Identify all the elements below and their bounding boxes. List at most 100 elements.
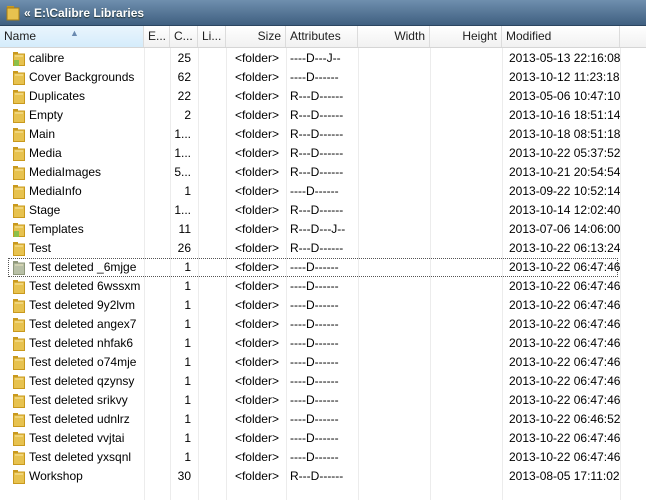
row-size: <folder>	[234, 165, 279, 179]
row-attributes: R---D------	[290, 241, 344, 255]
row-modified: 2013-10-22 06:47:46	[509, 450, 620, 464]
row-modified: 2013-10-22 06:47:46	[509, 431, 620, 445]
table-row[interactable]: Test deleted srikvy 1 <folder> ----D------ 2…	[0, 391, 646, 410]
table-row[interactable]: Test deleted _6mjge 1 <folder> ----D------ 2…	[0, 258, 646, 277]
column-header-attributes[interactable]: Attributes	[286, 26, 358, 47]
row-modified: 2013-07-06 14:06:00	[509, 222, 620, 236]
row-size: <folder>	[234, 469, 279, 483]
column-header-links[interactable]: Li...	[198, 26, 226, 47]
table-row[interactable]: MediaImages 5... <folder> R---D------ 2013-1…	[0, 163, 646, 182]
row-modified: 2013-10-22 06:47:46	[509, 336, 620, 350]
row-modified: 2013-05-13 22:16:08	[509, 51, 620, 65]
row-attributes: ----D------	[290, 450, 339, 464]
column-header-height[interactable]: Height	[430, 26, 502, 47]
table-row[interactable]: Test deleted angex7 1 <folder> ----D------ 2…	[0, 315, 646, 334]
folder-icon	[13, 128, 25, 142]
column-header-size[interactable]: Size	[226, 26, 286, 47]
row-size: <folder>	[234, 298, 279, 312]
table-row[interactable]: Workshop 30 <folder> R---D------ 2013-08-05 …	[0, 467, 646, 486]
row-modified: 2013-10-22 06:46:52	[509, 412, 620, 426]
row-count: 22	[177, 89, 191, 103]
special-folder-icon	[13, 52, 25, 66]
row-count: 1	[184, 412, 191, 426]
column-header-name[interactable]: ▲ Name	[0, 26, 144, 47]
table-row[interactable]: MediaInfo 1 <folder> ----D------ 2013-09-22 …	[0, 182, 646, 201]
row-count: 1	[184, 298, 191, 312]
window-title: « E:\Calibre Libraries	[24, 5, 145, 20]
row-attributes: R---D------	[290, 165, 344, 179]
row-modified: 2013-10-14 12:02:40	[509, 203, 620, 217]
row-count: 1	[184, 260, 191, 274]
table-row[interactable]: Test deleted udnlrz 1 <folder> ----D------ 2…	[0, 410, 646, 429]
row-modified: 2013-10-16 18:51:14	[509, 108, 620, 122]
row-size: <folder>	[234, 355, 279, 369]
folder-icon	[13, 280, 25, 294]
table-row[interactable]: Templates 11 <folder> R---D---J-- 2013-07-06…	[0, 220, 646, 239]
row-name: Test deleted o74mje	[29, 355, 137, 369]
table-row[interactable]: Cover Backgrounds 62 <folder> ----D------ 20…	[0, 68, 646, 87]
row-count: 1	[184, 431, 191, 445]
column-header-count[interactable]: C...	[170, 26, 198, 47]
column-header-size-label: Size	[257, 29, 281, 43]
row-size: <folder>	[234, 279, 279, 293]
row-name: Test deleted angex7	[29, 317, 137, 331]
row-modified: 2013-10-22 06:47:46	[509, 260, 620, 274]
column-header-width-label: Width	[394, 29, 425, 43]
folder-icon	[13, 470, 25, 484]
table-row[interactable]: Test 26 <folder> R---D------ 2013-10-22 06:1…	[0, 239, 646, 258]
row-count: 62	[177, 70, 191, 84]
row-name: MediaImages	[29, 165, 102, 179]
row-size: <folder>	[234, 89, 279, 103]
table-row[interactable]: Test deleted o74mje 1 <folder> ----D------ 2…	[0, 353, 646, 372]
sort-ascending-icon: ▲	[70, 28, 79, 38]
table-row[interactable]: Test deleted yxsqnl 1 <folder> ----D------ 2…	[0, 448, 646, 467]
row-attributes: R---D------	[290, 203, 344, 217]
row-name: Main	[29, 127, 56, 141]
row-attributes: ----D------	[290, 317, 339, 331]
folder-icon	[13, 147, 25, 161]
row-attributes: ----D---J--	[290, 51, 341, 65]
column-header-ext-label: E...	[148, 29, 167, 43]
table-row[interactable]: Test deleted vvjtai 1 <folder> ----D------ 2…	[0, 429, 646, 448]
row-size: <folder>	[234, 317, 279, 331]
column-header-modified-label: Modified	[506, 29, 552, 43]
folder-icon	[13, 242, 25, 256]
table-row[interactable]: Test deleted 6wssxm 1 <folder> ----D------ 2…	[0, 277, 646, 296]
column-header-links-label: Li...	[202, 29, 222, 43]
row-size: <folder>	[234, 374, 279, 388]
row-size: <folder>	[234, 412, 279, 426]
table-row[interactable]: calibre 25 <folder> ----D---J-- 2013-05-13 2…	[0, 49, 646, 68]
column-header-width[interactable]: Width	[358, 26, 430, 47]
row-attributes: ----D------	[290, 184, 339, 198]
row-modified: 2013-05-06 10:47:10	[509, 89, 620, 103]
row-attributes: ----D------	[290, 298, 339, 312]
row-attributes: ----D------	[290, 393, 339, 407]
table-row[interactable]: Test deleted qzynsy 1 <folder> ----D------ 2…	[0, 372, 646, 391]
row-attributes: ----D------	[290, 355, 339, 369]
table-row[interactable]: Main 1... <folder> R---D------ 2013-10-18 08…	[0, 125, 646, 144]
table-row[interactable]: Stage 1... <folder> R---D------ 2013-10-14 1…	[0, 201, 646, 220]
column-header-count-label: C...	[174, 29, 193, 43]
folder-icon	[13, 432, 25, 446]
column-header-ext[interactable]: E...	[144, 26, 170, 47]
table-row[interactable]: Media 1... <folder> R---D------ 2013-10-22 0…	[0, 144, 646, 163]
row-size: <folder>	[234, 70, 279, 84]
special-folder-icon	[13, 223, 25, 237]
row-attributes: ----D------	[290, 279, 339, 293]
row-count: 1	[184, 393, 191, 407]
column-header-modified[interactable]: Modified	[502, 26, 620, 47]
title-bar: « E:\Calibre Libraries	[0, 0, 646, 26]
table-row[interactable]: Test deleted 9y2lvm 1 <folder> ----D------ 2…	[0, 296, 646, 315]
row-count: 30	[177, 469, 191, 483]
table-row[interactable]: Duplicates 22 <folder> R---D------ 2013-05-0…	[0, 87, 646, 106]
folder-icon	[13, 356, 25, 370]
row-modified: 2013-10-22 06:47:46	[509, 374, 620, 388]
folder-icon	[13, 394, 25, 408]
folder-icon	[13, 299, 25, 313]
row-name: calibre	[29, 51, 65, 65]
folder-icon	[6, 5, 20, 21]
table-row[interactable]: Empty 2 <folder> R---D------ 2013-10-16 18:5…	[0, 106, 646, 125]
row-attributes: R---D---J--	[290, 222, 346, 236]
table-row[interactable]: Test deleted nhfak6 1 <folder> ----D------ 2…	[0, 334, 646, 353]
row-count: 1...	[174, 146, 191, 160]
